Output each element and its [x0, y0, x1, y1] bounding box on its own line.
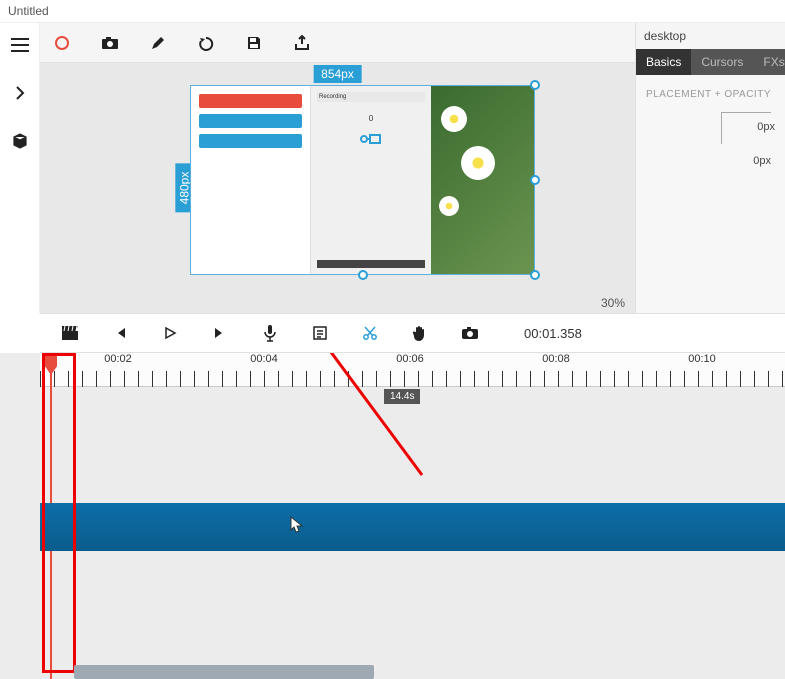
zoom-label[interactable]: 30%: [591, 293, 635, 313]
right-panel: desktop Basics Cursors FXs PLACEMENT + O…: [635, 23, 785, 313]
play-icon[interactable]: [156, 319, 184, 347]
export-icon[interactable]: [288, 29, 316, 57]
props-tabs: Basics Cursors FXs: [636, 49, 785, 75]
duration-badge: 14.4s: [384, 389, 420, 404]
section-placement-label: PLACEMENT + OPACITY: [636, 75, 785, 106]
resize-handle-tr[interactable]: [530, 80, 540, 90]
resize-handle-mr[interactable]: [530, 175, 540, 185]
record-icon[interactable]: [48, 29, 76, 57]
width-badge: 854px: [313, 65, 362, 83]
profile-selector[interactable]: desktop: [636, 23, 785, 49]
top-toolbar: [40, 23, 635, 63]
preview-video-thumb: [431, 86, 534, 274]
ruler-label: 00:06: [396, 353, 424, 365]
placement-control[interactable]: 0px 0px: [650, 112, 771, 167]
snapshot-icon[interactable]: [456, 319, 484, 347]
next-frame-icon[interactable]: [206, 319, 234, 347]
window-title: Untitled: [8, 4, 49, 18]
timeline-ruler[interactable]: 00:02 00:04 00:06 00:08 00:10: [40, 353, 785, 387]
tab-fxs[interactable]: FXs: [753, 49, 785, 75]
upper-area: 854px 480px Recording 0: [0, 23, 785, 313]
prev-frame-icon[interactable]: [106, 319, 134, 347]
placement-x: 0px: [757, 121, 775, 133]
tab-cursors[interactable]: Cursors: [691, 49, 753, 75]
placement-y: 0px: [753, 155, 771, 167]
notes-icon[interactable]: [306, 319, 334, 347]
cut-icon[interactable]: [356, 319, 384, 347]
clapper-icon[interactable]: [56, 319, 84, 347]
ruler-label: 00:10: [688, 353, 716, 365]
menu-icon[interactable]: [6, 31, 34, 59]
cube-icon[interactable]: [6, 127, 34, 155]
rec-header: Recording: [317, 92, 425, 102]
ruler-label: 00:04: [250, 353, 278, 365]
canvas-area[interactable]: 854px 480px Recording 0: [40, 63, 635, 313]
profile-label: desktop: [644, 29, 686, 43]
rec-time: 0: [369, 114, 373, 123]
resize-handle-br[interactable]: [530, 270, 540, 280]
preview-frame[interactable]: Recording 0: [190, 85, 535, 275]
mini-blue-button-2: [199, 134, 302, 148]
camera-icon[interactable]: [96, 29, 124, 57]
mini-red-button: [199, 94, 302, 108]
rec-crop-icon: [360, 131, 382, 147]
hand-icon[interactable]: [406, 319, 434, 347]
rec-bottom-bar: [317, 260, 425, 268]
expand-icon[interactable]: [6, 79, 34, 107]
pencil-icon[interactable]: [144, 29, 172, 57]
left-sidebar: [0, 23, 40, 313]
preview-dialog-left: [191, 86, 311, 274]
video-track[interactable]: [40, 503, 785, 551]
tab-basics[interactable]: Basics: [636, 49, 691, 75]
timeline-scrollbar-thumb[interactable]: [74, 665, 374, 679]
microphone-icon[interactable]: [256, 319, 284, 347]
resize-handle-bm[interactable]: [358, 270, 368, 280]
timecode: 00:01.358: [524, 326, 582, 341]
preview-dialog-right: Recording 0: [311, 86, 431, 274]
canvas-column: 854px 480px Recording 0: [40, 23, 635, 313]
undo-icon[interactable]: [192, 29, 220, 57]
timeline[interactable]: 00:02 00:04 00:06 00:08 00:10 14.4s: [0, 353, 785, 679]
save-icon[interactable]: [240, 29, 268, 57]
ruler-label: 00:02: [104, 353, 132, 365]
mini-blue-button-1: [199, 114, 302, 128]
playback-bar: 00:01.358: [40, 313, 785, 353]
title-bar: Untitled: [0, 0, 785, 23]
ruler-label: 00:08: [542, 353, 570, 365]
